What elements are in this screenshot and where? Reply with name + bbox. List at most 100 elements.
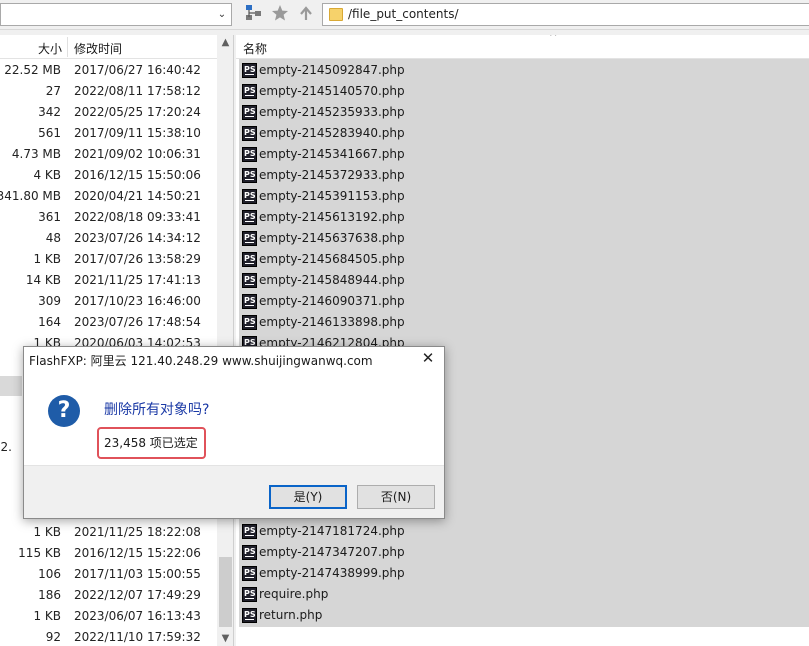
table-row[interactable]: 106 2017/11/03 15:00:55 [0, 564, 217, 585]
file-name: empty-2145613192.php [259, 210, 405, 224]
file-modified-time: 2022/08/11 17:58:12 [74, 84, 201, 98]
php-file-icon: PS [242, 545, 257, 560]
remote-file-list[interactable]: 名称 ^ PS empty-2145092847.php PS empty-21451… [236, 35, 809, 646]
php-file-icon: PS [242, 105, 257, 120]
file-name: return.php [259, 608, 323, 622]
file-modified-time: 2022/08/18 09:33:41 [74, 210, 201, 224]
remote-list-empty-area[interactable] [239, 627, 809, 646]
file-name: empty-2147181724.php [259, 524, 405, 538]
file-name: empty-2145637638.php [259, 231, 405, 245]
local-path-combo[interactable]: ⌄ [0, 3, 232, 26]
table-row[interactable]: 4 KB 2016/12/15 15:50:06 [0, 165, 217, 186]
list-item[interactable]: PS empty-2145613192.php [239, 207, 809, 228]
list-item[interactable]: PS empty-2145140570.php [239, 81, 809, 102]
file-size: 342 [38, 105, 61, 119]
scroll-up-icon[interactable]: ▲ [217, 37, 233, 48]
list-item[interactable]: PS empty-2145372933.php [239, 165, 809, 186]
file-name: empty-2145235933.php [259, 105, 405, 119]
list-item[interactable]: PS empty-2147347207.php [239, 542, 809, 563]
delete-confirm-dialog: FlashFXP: 阿里云 121.40.248.29 www.shuijing… [23, 346, 445, 519]
file-name: empty-2146133898.php [259, 315, 405, 329]
column-header-modified[interactable]: 修改时间 [74, 40, 122, 57]
file-size: 1 KB [33, 252, 61, 266]
table-row[interactable]: 309 2017/10/23 16:46:00 [0, 291, 217, 312]
yes-button[interactable]: 是(Y) [269, 485, 347, 509]
table-row[interactable]: 14 KB 2021/11/25 17:41:13 [0, 270, 217, 291]
local-list-scrollbar[interactable]: ▲ ▼ [217, 35, 233, 646]
column-header-size[interactable]: 大小 [38, 40, 62, 57]
list-item[interactable]: PS empty-2145637638.php [239, 228, 809, 249]
remote-path-text: /file_put_contents/ [348, 7, 459, 21]
php-file-icon: PS [242, 294, 257, 309]
php-file-icon: PS [242, 566, 257, 581]
scroll-down-icon[interactable]: ▼ [217, 633, 233, 644]
no-button[interactable]: 否(N) [357, 485, 435, 509]
file-size: 27 [45, 84, 61, 98]
file-name: empty-2145372933.php [259, 168, 405, 182]
parent-folder-icon[interactable] [296, 4, 316, 24]
table-row[interactable]: 186 2022/12/07 17:49:29 [0, 585, 217, 606]
file-modified-time: 2017/10/23 16:46:00 [74, 294, 201, 308]
php-file-icon: PS [242, 252, 257, 267]
file-size: 92 [45, 630, 61, 644]
list-item[interactable]: PS empty-2147438999.php [239, 563, 809, 584]
file-modified-time: 2017/09/11 15:38:10 [74, 126, 201, 140]
table-row[interactable]: 1 KB 2021/11/25 18:22:08 [0, 522, 217, 543]
sitemap-icon[interactable] [244, 4, 264, 24]
dialog-title: FlashFXP: 阿里云 121.40.248.29 www.shuijing… [29, 354, 373, 368]
table-row[interactable]: 561 2017/09/11 15:38:10 [0, 123, 217, 144]
file-size: 341.80 MB [0, 189, 61, 203]
file-modified-time: 2021/11/25 18:22:08 [74, 525, 201, 539]
local-list-header: 大小 修改时间 [0, 35, 217, 59]
question-icon: ? [48, 395, 80, 427]
list-item[interactable]: PS empty-2145391153.php [239, 186, 809, 207]
file-modified-time: 2023/06/07 16:13:43 [74, 609, 201, 623]
list-item[interactable]: PS empty-2145283940.php [239, 123, 809, 144]
remote-file-rows[interactable]: PS empty-2145092847.php PS empty-2145140570… [239, 59, 809, 627]
list-item[interactable]: PS empty-2145092847.php [239, 60, 809, 81]
file-name: empty-2146090371.php [259, 294, 405, 308]
table-row[interactable]: 341.80 MB 2020/04/21 14:50:21 [0, 186, 217, 207]
php-file-icon: PS [242, 524, 257, 539]
file-name: empty-2145140570.php [259, 84, 405, 98]
list-item[interactable]: PS empty-2146090371.php [239, 291, 809, 312]
table-row[interactable]: 92 2022/11/10 17:59:32 [0, 627, 217, 646]
table-row[interactable]: 1 KB 2023/06/07 16:13:43 [0, 606, 217, 627]
file-name: empty-2145848944.php [259, 273, 405, 287]
star-icon[interactable] [270, 4, 290, 24]
table-row[interactable]: 342 2022/05/25 17:20:24 [0, 102, 217, 123]
close-icon[interactable]: ✕ [420, 350, 436, 366]
list-item[interactable]: PS return.php [239, 605, 809, 626]
table-row[interactable]: 22.52 MB 2017/06/27 16:40:42 [0, 60, 217, 81]
table-row[interactable]: 115 KB 2016/12/15 15:22:06 [0, 543, 217, 564]
file-modified-time: 2023/07/26 17:48:54 [74, 315, 201, 329]
list-item[interactable]: PS require.php [239, 584, 809, 605]
php-file-icon: PS [242, 189, 257, 204]
list-item[interactable]: PS empty-2145341667.php [239, 144, 809, 165]
scrollbar-thumb[interactable] [219, 557, 232, 627]
column-header-name[interactable]: 名称 [243, 40, 267, 57]
file-size: 14 KB [25, 273, 61, 287]
table-row[interactable]: 4.73 MB 2021/09/02 10:06:31 [0, 144, 217, 165]
list-item[interactable]: PS empty-2145235933.php [239, 102, 809, 123]
file-name: require.php [259, 587, 329, 601]
remote-path-field[interactable]: /file_put_contents/ [322, 3, 809, 26]
table-row[interactable]: 361 2022/08/18 09:33:41 [0, 207, 217, 228]
file-size: 48 [45, 231, 61, 245]
file-modified-time: 2022/12/07 17:49:29 [74, 588, 201, 602]
file-size: 164 [38, 315, 61, 329]
chevron-down-icon[interactable]: ⌄ [215, 6, 229, 23]
table-row[interactable]: 27 2022/08/11 17:58:12 [0, 81, 217, 102]
local-file-list[interactable]: 大小 修改时间 22.52 MB 2017/06/27 16:40:42 27 202… [0, 35, 234, 646]
file-modified-time: 2022/05/25 17:20:24 [74, 105, 201, 119]
list-item[interactable]: PS empty-2145848944.php [239, 270, 809, 291]
selected-row-fragment[interactable] [0, 376, 22, 396]
table-row[interactable]: 1 KB 2017/07/26 13:58:29 [0, 249, 217, 270]
list-item[interactable]: PS empty-2147181724.php [239, 521, 809, 542]
file-size: 4 KB [33, 168, 61, 182]
table-row[interactable]: 48 2023/07/26 14:34:12 [0, 228, 217, 249]
table-row[interactable]: 164 2023/07/26 17:48:54 [0, 312, 217, 333]
column-divider[interactable] [67, 37, 68, 57]
list-item[interactable]: PS empty-2145684505.php [239, 249, 809, 270]
list-item[interactable]: PS empty-2146133898.php [239, 312, 809, 333]
